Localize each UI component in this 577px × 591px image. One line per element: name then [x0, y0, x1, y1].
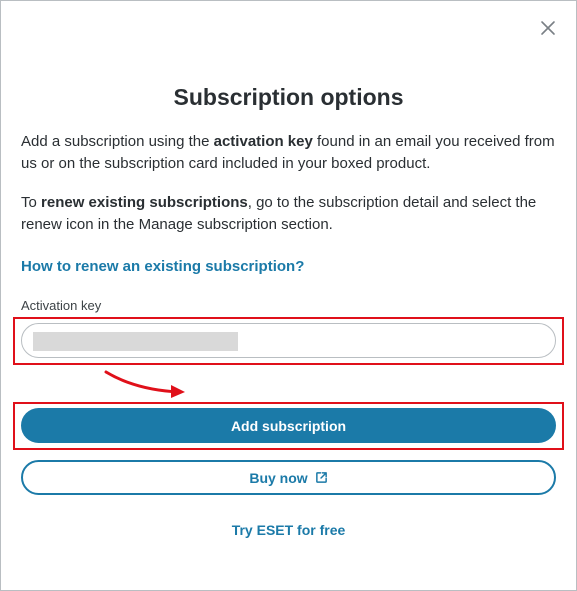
- renew-emphasis: renew existing subscriptions: [41, 194, 248, 211]
- intro-text: Add a subscription using the activation …: [21, 133, 555, 172]
- buy-now-button[interactable]: Buy now: [21, 460, 556, 495]
- external-link-icon: [315, 472, 327, 483]
- redacted-key-value: [33, 332, 238, 351]
- close-button[interactable]: [538, 18, 558, 38]
- activation-key-emphasis: activation key: [213, 133, 313, 150]
- buy-now-label: Buy now: [249, 469, 308, 486]
- renew-text: To renew existing subscriptions, go to t…: [21, 194, 537, 233]
- activation-key-label: Activation key: [21, 298, 102, 313]
- try-eset-link[interactable]: Try ESET for free: [1, 520, 576, 540]
- activation-key-field: [21, 323, 556, 358]
- annotation-arrow-icon: [104, 370, 185, 398]
- subscription-options-dialog: Subscription options Add a subscription …: [0, 0, 577, 591]
- close-icon: [541, 21, 555, 35]
- add-subscription-button[interactable]: Add subscription: [21, 408, 556, 443]
- dialog-title: Subscription options: [173, 84, 404, 110]
- renew-help-link[interactable]: How to renew an existing subscription?: [21, 256, 304, 278]
